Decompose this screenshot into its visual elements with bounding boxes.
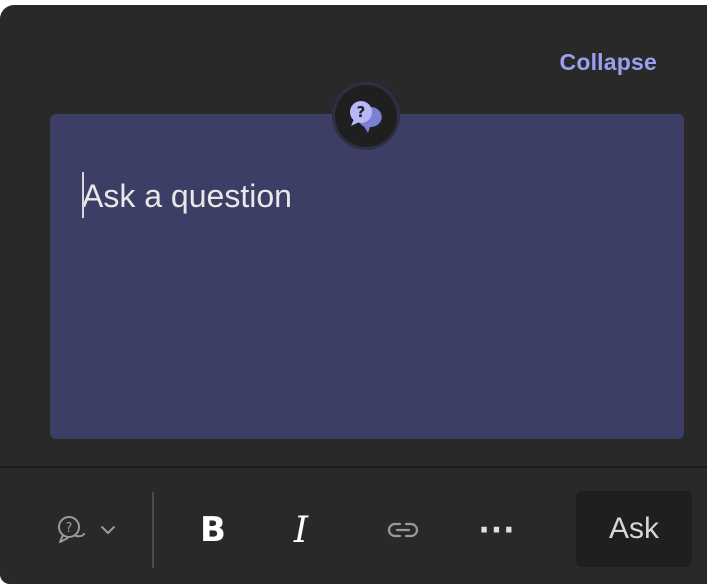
toolbar-divider [152, 492, 154, 568]
link-button[interactable] [378, 506, 428, 554]
italic-button[interactable]: I [278, 504, 324, 556]
more-options-label: ··· [478, 512, 516, 548]
ask-button[interactable]: Ask [576, 491, 692, 567]
chevron-down-icon [101, 526, 115, 534]
text-caret [82, 172, 84, 218]
svg-text:?: ? [66, 521, 73, 536]
question-chat-icon: ? [350, 101, 382, 133]
question-input-box[interactable] [50, 114, 684, 439]
ask-question-panel: Collapse ? ? B [0, 5, 707, 584]
svg-text:?: ? [357, 103, 366, 121]
link-icon [387, 522, 419, 538]
more-options-button[interactable]: ··· [472, 504, 522, 556]
question-input[interactable] [82, 172, 642, 220]
post-type-selector[interactable]: ? [44, 506, 130, 554]
bold-button[interactable]: B [190, 504, 236, 556]
composer-toolbar: ? B I ··· Ask [0, 466, 707, 584]
collapse-link[interactable]: Collapse [560, 49, 657, 76]
question-bubble-icon: ? [58, 516, 85, 543]
question-badge: ? [335, 85, 397, 147]
italic-label: I [293, 509, 309, 551]
bold-label: B [200, 510, 226, 550]
